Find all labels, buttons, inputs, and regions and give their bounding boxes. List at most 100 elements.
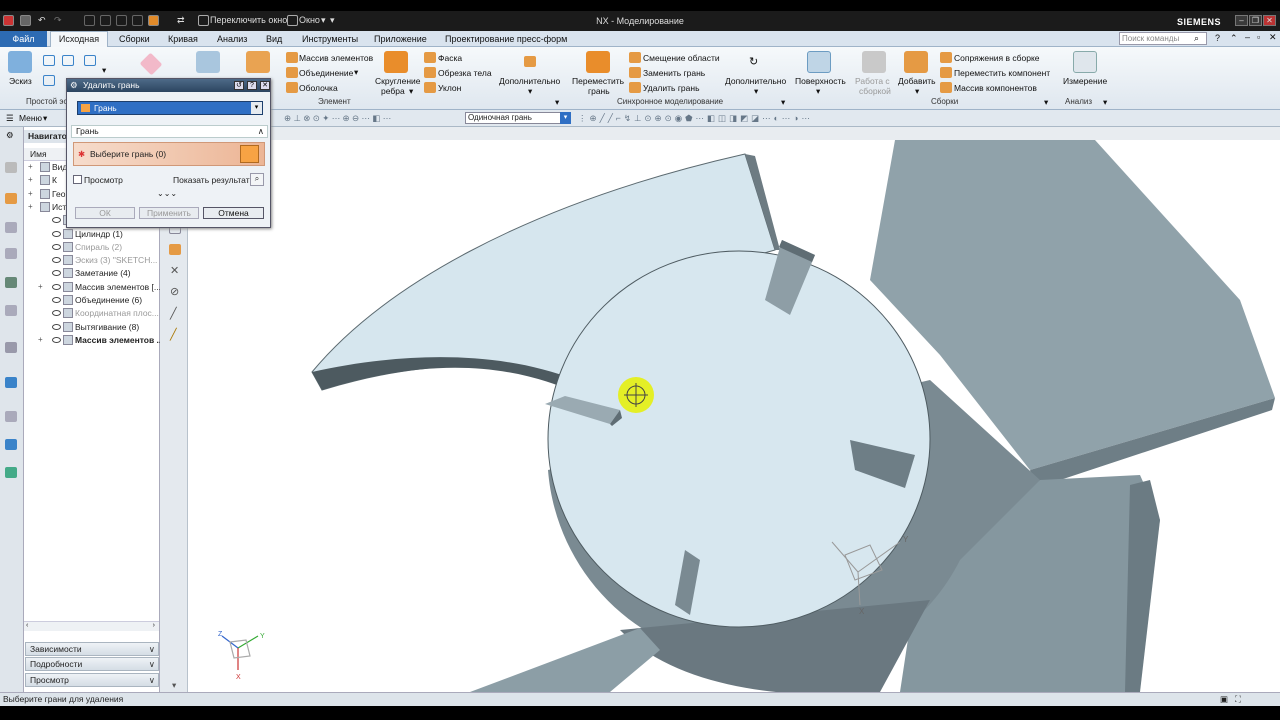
selection-tools-icons[interactable]: ⊕ ⊥ ⊗ ⊙ ✦ ⋯ ⊕ ⊖ ⋯ ◧ ⋯	[284, 113, 391, 124]
graphics-window[interactable]: Y X Y Z X	[188, 140, 1280, 692]
tab-tools[interactable]: Инструменты	[302, 34, 358, 44]
cancel-button[interactable]: Отмена	[203, 207, 264, 219]
edge-blend-button[interactable]: Скругление	[375, 76, 421, 86]
tab-curve[interactable]: Кривая	[168, 34, 198, 44]
studio-spline-icon[interactable]	[43, 75, 55, 86]
move-component-button[interactable]: Переместить компонент	[954, 68, 1050, 78]
chevron-down-icon[interactable]: ▾	[816, 86, 820, 97]
eye-icon[interactable]	[52, 270, 61, 277]
tab-view[interactable]: Вид	[266, 34, 282, 44]
type-select[interactable]: Грань ▾	[77, 101, 263, 115]
line-icon[interactable]	[43, 55, 55, 66]
system-materials-icon[interactable]	[5, 305, 17, 316]
expand-icon[interactable]: +	[28, 202, 33, 211]
menu-button[interactable]: Меню	[19, 113, 42, 123]
tree-row[interactable]: Заметание (4)	[24, 267, 159, 280]
tab-mold-wizard[interactable]: Проектирование пресс-форм	[445, 34, 567, 44]
search-icon[interactable]: ⌕	[1194, 33, 1199, 44]
select-face-icon[interactable]	[240, 145, 259, 163]
assembly-navigator-icon[interactable]	[5, 162, 17, 173]
panel-preview[interactable]: Просмотр ∨	[25, 673, 159, 687]
eye-icon[interactable]	[52, 310, 61, 317]
system-scene-icon[interactable]	[5, 467, 17, 478]
tree-row[interactable]: Цилиндр (1)	[24, 228, 159, 241]
process-studio-icon[interactable]	[5, 342, 17, 353]
brush-icon[interactable]: ╱	[170, 328, 177, 341]
add-component-button[interactable]: Добавить	[898, 76, 936, 86]
extrude-icon[interactable]	[196, 51, 220, 73]
search-icon[interactable]: ⌕	[250, 173, 264, 186]
checkbox-icon[interactable]	[73, 175, 82, 184]
restore-icon[interactable]: ▫	[1257, 32, 1260, 42]
tab-application[interactable]: Приложение	[374, 34, 427, 44]
eye-icon[interactable]	[52, 217, 61, 224]
chevron-down-icon[interactable]: ▾	[781, 97, 785, 108]
clock-icon[interactable]	[5, 411, 17, 422]
expand-icon[interactable]: ⛶	[1235, 693, 1241, 706]
palette-icon[interactable]	[5, 439, 17, 450]
eye-icon[interactable]	[52, 243, 61, 250]
chevron-down-icon[interactable]: ▾	[915, 86, 919, 97]
tab-file[interactable]: Файл	[0, 31, 47, 47]
panel-details[interactable]: Подробности ∨	[25, 657, 159, 671]
tab-assemblies[interactable]: Сборки	[119, 34, 150, 44]
chevron-down-icon[interactable]: ▾	[560, 112, 571, 124]
reset-icon[interactable]: ↺	[234, 81, 244, 90]
chevron-down-icon[interactable]: ▾	[251, 102, 262, 114]
trim-body-button[interactable]: Обрезка тела	[438, 68, 492, 78]
measure-button[interactable]: Измерение	[1063, 76, 1107, 86]
hide-icon[interactable]: ⊘	[170, 285, 179, 298]
delete-face-button[interactable]: Удалить грань	[643, 83, 700, 93]
draft-button[interactable]: Уклон	[438, 83, 461, 93]
tree-row[interactable]: Вытягивание (8)	[24, 321, 159, 334]
close-icon[interactable]: ✕	[260, 81, 270, 90]
eye-icon[interactable]	[52, 297, 61, 303]
rectangle-icon[interactable]	[62, 55, 74, 66]
tree-row[interactable]: Объединение (6)	[24, 294, 159, 307]
unite-button[interactable]: Объединение	[299, 68, 353, 78]
chevron-up-icon[interactable]: ∧	[258, 126, 264, 137]
snap-point-icons[interactable]: ⋮⊕╱╱⌐↯⊥⊙⊕⊙◉⬟⋯◧◫◨◩◪⋯◐⋯◑⋯	[578, 113, 813, 124]
expand-icon[interactable]: +	[28, 189, 33, 198]
select-face-row[interactable]: ✱ Выберите грань (0)	[73, 142, 265, 166]
more-features-button[interactable]: Дополнительно	[499, 76, 560, 86]
gear-icon[interactable]: ⚙	[70, 79, 78, 92]
fullscreen-icon[interactable]: ▣	[1220, 693, 1228, 706]
chevron-down-icon[interactable]: ▾	[354, 67, 358, 78]
part-navigator-icon[interactable]	[5, 193, 17, 204]
web-browser-icon[interactable]	[5, 277, 17, 288]
arc-icon[interactable]	[84, 55, 96, 66]
gear-icon[interactable]: ⚙	[6, 130, 14, 141]
ruler-icon[interactable]: ╱	[170, 307, 177, 320]
reuse-library-icon[interactable]	[5, 222, 17, 233]
move-face-button[interactable]: Переместить	[572, 76, 624, 86]
expand-icon[interactable]: +	[38, 335, 43, 344]
more-sync-button[interactable]: Дополнительно	[725, 76, 786, 86]
eye-icon[interactable]	[52, 336, 61, 343]
fan-model[interactable]: Y X Y Z X	[188, 140, 1280, 692]
offset-region-button[interactable]: Смещение области	[643, 53, 720, 63]
chevron-down-icon[interactable]: ▾	[172, 680, 176, 691]
component-pattern-button[interactable]: Массив компонентов	[954, 83, 1037, 93]
sketch-button[interactable]: Эскиз	[9, 76, 32, 86]
minimize-button[interactable]: –	[1235, 15, 1248, 26]
restore-button[interactable]: ❐	[1249, 15, 1262, 26]
close-icon[interactable]: ✕	[170, 264, 179, 277]
tree-row[interactable]: Эскиз (3) "SKETCH...	[24, 254, 159, 267]
close-button[interactable]: ✕	[1263, 15, 1276, 26]
chamfer-button[interactable]: Фаска	[438, 53, 462, 63]
chevron-down-icon[interactable]: ▾	[1044, 97, 1048, 108]
chevron-down-icon[interactable]: ▾	[555, 97, 559, 108]
face-rule-select[interactable]: Одиночная грань	[465, 112, 571, 124]
help-icon[interactable]: ?	[1215, 33, 1220, 43]
panel-dependencies[interactable]: Зависимости ∨	[25, 642, 159, 656]
ok-button[interactable]: ОК	[75, 207, 135, 219]
orient-icon[interactable]	[169, 244, 181, 255]
horizontal-scrollbar[interactable]: ‹ ›	[24, 621, 159, 631]
chevron-down-icon[interactable]: ▾	[102, 65, 106, 76]
tab-home[interactable]: Исходная	[50, 31, 108, 47]
eye-icon[interactable]	[52, 257, 61, 264]
expand-more-icon[interactable]: ⌄⌄⌄	[157, 189, 177, 198]
chevron-down-icon[interactable]: ▾	[43, 113, 47, 124]
chevron-down-icon[interactable]: ▾	[528, 86, 532, 97]
